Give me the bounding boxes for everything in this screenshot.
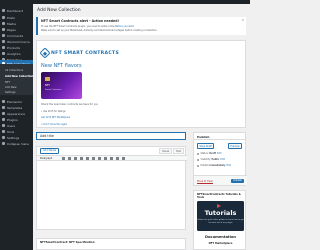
logo-text: NFT SMART CONTRACTS (51, 50, 120, 56)
chart-icon (2, 52, 5, 55)
add-media-button[interactable]: Add Media (40, 147, 60, 154)
nft-specification-metabox: NFTSmartContract: NFT Specification (36, 238, 186, 250)
sidebar-submenu: All Collections Add New Collection NFT A… (0, 64, 33, 95)
publish-box: Publish Save Draft Preview Status: Draft… (193, 132, 247, 186)
publish-button[interactable]: Publish (231, 178, 244, 184)
notice-line-1: To use the NFT Smart Contracts plugin, y… (41, 25, 243, 28)
schedule-row: Publish immediately Edit (197, 164, 231, 167)
metabox-heading[interactable]: NFTSmartContract: NFT Specification (40, 241, 182, 244)
toolbar-toggle-icon[interactable] (122, 156, 125, 160)
tab-text[interactable]: Text (173, 148, 184, 154)
status-value: Draft (209, 152, 217, 155)
notice-line-2: Make sure to set up your Metamask, Alche… (41, 29, 158, 32)
schedule-label: Publish (200, 164, 209, 167)
page-icon (2, 28, 5, 31)
brush-icon (2, 112, 5, 115)
plugin-icon (2, 118, 5, 121)
user-icon (2, 124, 5, 127)
post-title-input[interactable]: Add title (36, 132, 186, 140)
comment-icon (2, 34, 5, 37)
status-icon (197, 152, 199, 155)
align-left-icon[interactable] (92, 156, 95, 160)
card-name: NFT (45, 84, 50, 87)
card-chip-icon (45, 77, 50, 81)
template-icon (2, 106, 5, 109)
sidebar-item-dashboard[interactable]: Dashboard (0, 7, 33, 14)
visibility-row: Visibility: Public Edit (197, 158, 225, 161)
schedule-value: immediately (209, 164, 226, 167)
read-more-icon[interactable] (116, 156, 119, 160)
publish-heading[interactable]: Publish (194, 133, 245, 140)
admin-bar (0, 0, 250, 4)
notice-link[interactable]: Before you start (115, 25, 134, 28)
content-editor: Add Media Visual Text Paragraph (36, 146, 187, 231)
logo: NFT SMART CONTRACTS (39, 47, 120, 59)
format-select[interactable]: Paragraph (40, 157, 62, 160)
admin-sidebar: Dashboard Posts Media Pages Comments Woo… (0, 4, 33, 250)
editor-toolbar: Paragraph (37, 155, 187, 161)
tutorials-heading[interactable]: NFTSmartContracts Tutorials & Tools (194, 191, 245, 200)
tutorials-card[interactable]: Tutorials Follow our quick video guides … (197, 201, 244, 231)
product-icon (2, 46, 5, 49)
editor-body[interactable] (37, 162, 187, 231)
elementor-icon (2, 100, 5, 103)
dashboard-icon (2, 9, 5, 12)
card-sub: Smart Contracts (45, 89, 62, 91)
logo-mark-icon (39, 47, 51, 59)
dismiss-link[interactable]: ✕ Don't show this again (41, 123, 67, 126)
align-right-icon[interactable] (104, 156, 107, 160)
italic-icon[interactable] (68, 156, 71, 160)
admin-notice: NFT Smart Contracts alert - Action neede… (36, 17, 246, 35)
align-center-icon[interactable] (98, 156, 101, 160)
schedule-edit-link[interactable]: Edit (226, 164, 230, 167)
promo-banner: NFT SMART CONTRACTS New NFT flavors NFT … (36, 40, 246, 128)
collapse-icon (2, 142, 5, 145)
notice-title: NFT Smart Contracts alert - Action neede… (41, 19, 119, 23)
pin-icon (2, 16, 5, 19)
tutorials-box: NFTSmartContracts Tutorials & Tools Tuto… (193, 190, 246, 250)
status-row: Status: Draft Edit (197, 152, 221, 155)
marketplace-heading[interactable]: NFT Marketplace (197, 242, 244, 245)
status-edit-link[interactable]: Edit (217, 152, 221, 155)
sidebar-collapse-menu[interactable]: Collapse menu (0, 140, 33, 147)
page-title: Add New Collection (37, 8, 81, 13)
notice-line-1-text: To use the NFT Smart Contracts plugin, y… (41, 24, 115, 28)
tab-visual[interactable]: Visual (159, 148, 173, 154)
bullet-list-icon[interactable] (74, 156, 77, 160)
documentation-link[interactable]: Documentation (197, 235, 244, 239)
calendar-icon (197, 164, 199, 167)
visibility-label: Visibility: (200, 158, 211, 161)
visibility-edit-link[interactable]: Edit (220, 158, 224, 161)
banner-heading: New NFT flavors (41, 63, 82, 69)
marketplace-link[interactable]: Get 1155 NFT Marketplace (41, 116, 70, 119)
settings-icon (2, 136, 5, 139)
nft-card-image: NFT Smart Contracts (41, 72, 82, 99)
banner-mini-2: Get 1155 NFT Marketplace (41, 116, 70, 119)
visibility-value: Public (211, 158, 220, 161)
bold-icon[interactable] (62, 156, 65, 160)
eye-icon (197, 158, 199, 161)
editor-tabs: Visual Text (158, 148, 184, 154)
play-icon (217, 204, 221, 208)
status-label: Status: (200, 152, 209, 155)
blockquote-icon[interactable] (86, 156, 89, 160)
woo-icon (2, 40, 5, 43)
tutorials-card-sub: Follow our quick video guides to learn h… (197, 219, 244, 224)
tutorials-card-title: Tutorials (204, 209, 237, 217)
submenu-settings[interactable]: Settings (0, 89, 33, 95)
numbered-list-icon[interactable] (80, 156, 83, 160)
editor-top: Add Media Visual Text (37, 147, 187, 154)
move-to-trash-link[interactable]: Move to Trash (197, 180, 213, 183)
banner-description: Check the new token contracts we have fo… (41, 103, 99, 106)
wrench-icon (2, 130, 5, 133)
close-icon[interactable]: ✕ (241, 18, 244, 22)
media-icon (2, 22, 5, 25)
banner-mini-1: • Use 1155 for listings (41, 110, 66, 113)
preview-button[interactable]: Preview (228, 143, 242, 149)
save-draft-button[interactable]: Save Draft (197, 143, 215, 149)
link-icon[interactable] (110, 156, 113, 160)
publish-footer: Move to Trash Publish (194, 175, 247, 185)
